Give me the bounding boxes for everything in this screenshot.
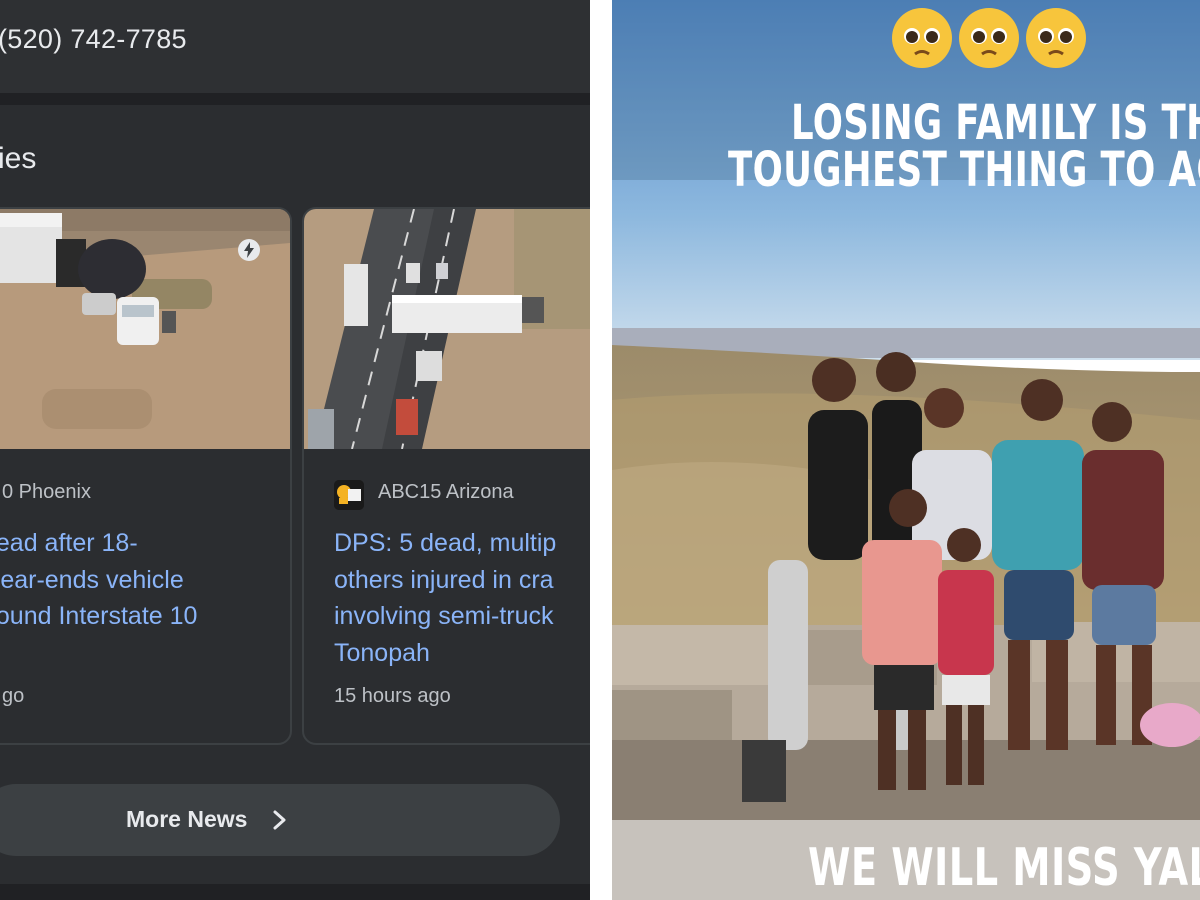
news-source: ABC15 Arizona (378, 481, 514, 503)
section-divider (0, 93, 590, 105)
news-source: 0 Phoenix (2, 481, 91, 503)
headline-line[interactable]: others injured in cra (334, 562, 556, 599)
photo-caption-line: TOUGHEST THING TO ACCE (728, 142, 1200, 198)
headline-line[interactable]: dead after 18- (0, 525, 197, 562)
headline-line[interactable]: Tonopah (334, 635, 556, 672)
news-timestamp: 15 hours ago (334, 685, 451, 707)
phone-number[interactable]: (520) 742-7785 (0, 24, 187, 55)
pleading-face-icon (892, 8, 952, 68)
more-news-label[interactable]: More News (126, 806, 247, 833)
news-panel: (520) 742-7785 ies 0 Phoenix ad after 18… (0, 0, 590, 900)
news-headline-link[interactable]: dead after 18- rear-ends vehicle bound I… (0, 525, 197, 635)
pleading-face-emojis (890, 6, 1090, 70)
headline-line[interactable]: DPS: 5 dead, multip (334, 525, 556, 562)
pleading-face-icon (959, 8, 1019, 68)
news-thumbnail-crash-desert[interactable] (0, 209, 290, 449)
phone-row[interactable]: (520) 742-7785 (0, 0, 590, 93)
news-headline-link[interactable]: DPS: 5 dead, multip others injured in cr… (334, 525, 556, 671)
headline-line[interactable]: rear-ends vehicle (0, 562, 197, 599)
bottom-caption: WE WILL MISS YALL (808, 838, 1200, 898)
news-card[interactable]: 0 Phoenix dead after 18- rear-ends vehic… (0, 207, 292, 745)
headline-line[interactable]: involving semi-truck (334, 598, 556, 635)
news-timestamp: go (2, 685, 25, 707)
top-stories-heading: ies (0, 142, 37, 175)
amp-bolt-icon (238, 239, 260, 261)
family-photo-panel: LOSING FAMILY IS THE TOUGHEST THING TO A… (612, 0, 1200, 900)
image-divider (590, 0, 612, 900)
chevron-right-icon[interactable] (269, 808, 289, 832)
headline-line[interactable]: bound Interstate 10 (0, 598, 197, 635)
news-thumbnail-highway-aerial[interactable] (304, 209, 590, 449)
more-news-button[interactable]: More News (0, 784, 560, 856)
pleading-face-icon (1026, 8, 1086, 68)
bottom-divider (0, 884, 590, 900)
abc15-logo-icon (334, 480, 364, 510)
news-card[interactable]: ABC15 Arizona DPS: 5 dead, multip others… (302, 207, 590, 745)
